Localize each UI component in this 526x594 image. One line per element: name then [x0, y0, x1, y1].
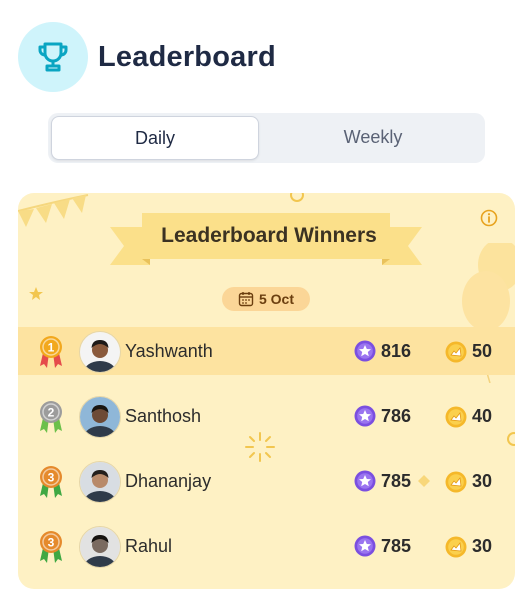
medal-rank: 2 — [48, 406, 55, 420]
avatar — [79, 461, 121, 503]
table-row[interactable]: 3 Rahul 785 30 — [18, 522, 515, 570]
gem-icon — [354, 535, 376, 557]
coin-count: 50 — [472, 340, 493, 361]
player-name: Yashwanth — [125, 340, 213, 361]
player-name: Dhananjay — [125, 470, 212, 491]
date-label: 5 Oct — [258, 291, 294, 307]
gem-icon — [354, 405, 376, 427]
coin-count: 30 — [472, 535, 493, 556]
coin-count: 30 — [472, 470, 493, 491]
medal-rank: 3 — [48, 536, 55, 550]
medal-icon: 3 — [40, 531, 62, 563]
gem-count: 816 — [381, 340, 412, 361]
table-row[interactable]: 1 Yashwanth 816 50 — [18, 327, 515, 375]
medal-icon: 3 — [40, 466, 62, 498]
medal-rank: 1 — [48, 341, 55, 355]
coin-icon — [445, 341, 467, 363]
gem-icon — [354, 340, 376, 362]
page-title: Leaderboard — [98, 40, 276, 73]
coin-icon — [445, 536, 467, 558]
avatar — [79, 331, 121, 373]
medal-icon: 2 — [40, 401, 62, 433]
gem-count: 785 — [381, 535, 412, 556]
ring-decoration — [290, 193, 304, 202]
trophy-badge — [18, 22, 88, 92]
gem-count: 785 — [381, 470, 412, 491]
period-tabs: Daily Weekly — [48, 113, 485, 163]
player-name: Santhosh — [125, 405, 202, 426]
winners-title: Leaderboard Winners — [161, 224, 377, 247]
medal-rank: 3 — [48, 471, 55, 485]
coin-count: 40 — [472, 405, 493, 426]
star-decoration — [29, 287, 43, 300]
table-row[interactable]: 2 Santhosh 786 40 — [18, 392, 515, 440]
winners-card: Leaderboard Winners 5 Oct 1 Yashwanth 81… — [18, 193, 515, 589]
table-row[interactable]: 3 Dhananjay 785 30 — [18, 457, 515, 505]
coin-icon — [445, 406, 467, 428]
avatar — [79, 526, 121, 568]
tab-weekly[interactable]: Weekly — [266, 116, 480, 158]
info-icon[interactable] — [480, 209, 498, 227]
tab-daily[interactable]: Daily — [51, 116, 259, 160]
page-header: Leaderboard — [18, 22, 276, 92]
avatar — [79, 396, 121, 438]
gem-count: 786 — [381, 405, 412, 426]
calendar-icon — [238, 292, 254, 307]
medal-icon: 1 — [40, 336, 62, 368]
gem-icon — [354, 470, 376, 492]
date-badge: 5 Oct — [222, 287, 310, 311]
trophy-icon — [38, 42, 68, 72]
coin-icon — [445, 471, 467, 493]
player-name: Rahul — [125, 535, 173, 556]
